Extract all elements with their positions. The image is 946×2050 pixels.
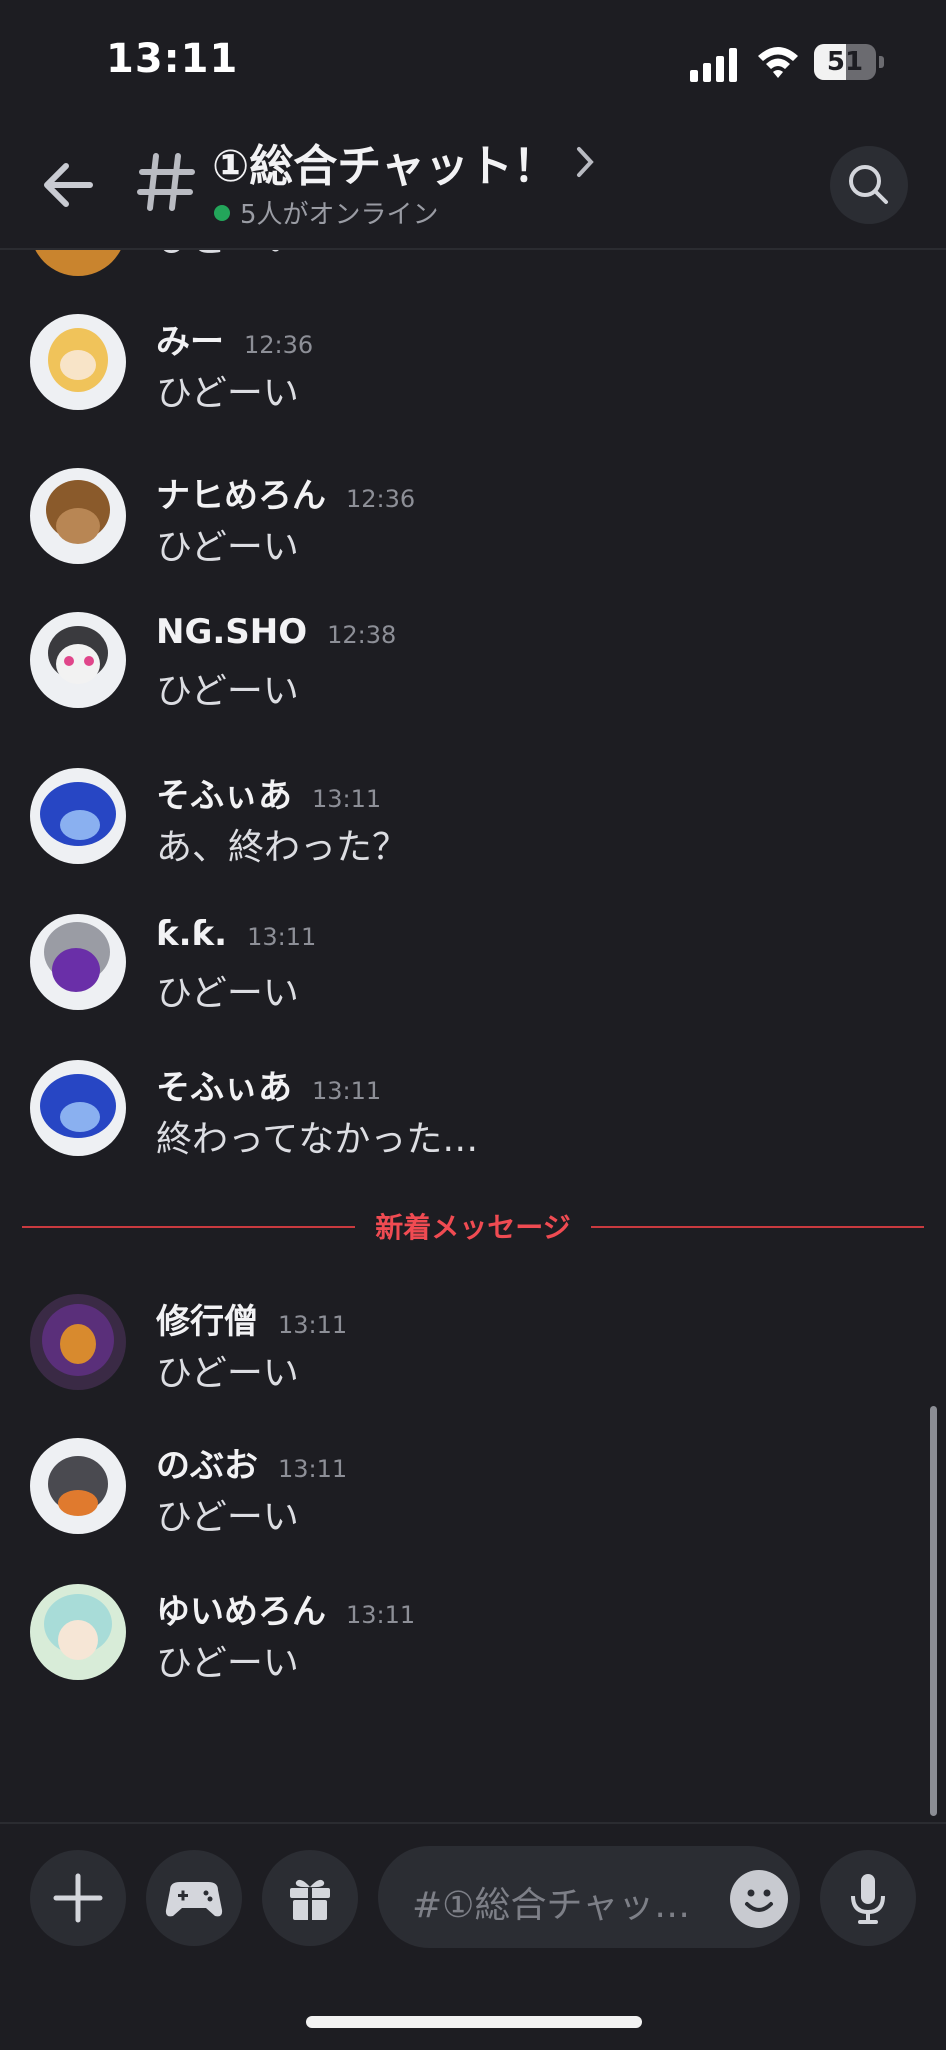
online-count: 5人がオンライン (240, 200, 439, 230)
message-input-placeholder: #①総合チャッ… (412, 1885, 691, 1926)
message-timestamp: 13:11 (346, 1601, 416, 1629)
message-timestamp: 12:38 (327, 621, 397, 649)
message-text: ひどーい (156, 250, 299, 262)
emoji-button[interactable] (730, 1870, 788, 1928)
message-author[interactable]: のぶお 13:11 (156, 1438, 347, 1487)
avatar[interactable] (30, 1060, 126, 1156)
message-author[interactable]: ゆいめろん 13:11 (156, 1584, 415, 1633)
message-text: ひどーい (156, 1643, 299, 1684)
gift-button[interactable] (262, 1850, 358, 1946)
avatar[interactable] (30, 768, 126, 864)
message-timestamp: 13:11 (312, 1077, 382, 1105)
message-timestamp: 12:36 (244, 331, 314, 359)
avatar[interactable] (30, 1584, 126, 1680)
search-icon (849, 165, 888, 204)
avatar[interactable] (30, 468, 126, 564)
cellular-signal-icon (690, 48, 737, 82)
avatar[interactable] (30, 1438, 126, 1534)
add-attachment-button[interactable] (30, 1850, 126, 1946)
message-text: ひどーい (156, 973, 299, 1014)
activities-button[interactable] (146, 1850, 242, 1946)
scrollbar[interactable] (930, 1406, 937, 1816)
channel-header: ①総合チャット！ 5人がオンライン (0, 120, 946, 250)
message-text: ひどーい (156, 1497, 299, 1538)
message-timestamp: 13:11 (278, 1455, 348, 1483)
gamepad-icon (165, 1882, 223, 1917)
plus-icon (53, 1873, 103, 1923)
message-text: 終わってなかった… (156, 1119, 479, 1160)
status-time: 13:11 (106, 36, 239, 82)
microphone-icon (851, 1874, 885, 1924)
message-author[interactable]: ƙ.ƙ. 13:11 (156, 914, 316, 954)
online-status: 5人がオンライン (214, 194, 439, 231)
message-author[interactable]: NG.SHO 12:38 (156, 612, 396, 652)
emoji-icon (745, 1889, 773, 1912)
voice-message-button[interactable] (820, 1850, 916, 1946)
hash-icon (137, 153, 195, 211)
chevron-right-icon (576, 147, 594, 177)
message-timestamp: 13:11 (312, 785, 382, 813)
message-text: ひどーい (156, 373, 299, 414)
new-messages-label: 新着メッセージ (355, 1211, 591, 1244)
message-text: あ、終わった？ (156, 827, 409, 868)
battery-indicator: 51 (814, 44, 884, 82)
avatar[interactable] (30, 914, 126, 1010)
message-author[interactable]: そふぃあ 13:11 (156, 1060, 381, 1109)
arrow-left-icon[interactable] (40, 160, 96, 210)
avatar[interactable] (30, 1294, 126, 1390)
message-timestamp: 12:36 (346, 485, 416, 513)
channel-title-button[interactable]: ①総合チャット！ (212, 132, 595, 192)
message-author[interactable]: そふぃあ 13:11 (156, 768, 381, 817)
online-dot-icon (214, 204, 230, 221)
battery-percent: 51 (826, 47, 864, 77)
search-button[interactable] (830, 146, 908, 224)
message-text: ひどーい (156, 671, 299, 712)
avatar[interactable] (30, 314, 126, 410)
message-list[interactable]: ひどーい みー12:36 ひどーい ナヒめろん12:36 ひどーい NG.SHO… (0, 250, 946, 1820)
home-indicator (306, 2016, 642, 2028)
message-timestamp: 13:11 (278, 1311, 348, 1339)
message-timestamp: 13:11 (247, 923, 317, 951)
gift-icon (290, 1879, 330, 1920)
message-author[interactable]: 修行僧 13:11 (156, 1294, 347, 1343)
status-bar: 13:11 51 (0, 0, 946, 120)
message-text: ひどーい (156, 527, 299, 568)
message-text: ひどーい (156, 1353, 299, 1394)
channel-title: ①総合チャット！ (212, 141, 557, 192)
wifi-icon (758, 47, 798, 78)
message-author[interactable]: ナヒめろん 12:36 (156, 468, 415, 517)
avatar[interactable] (30, 250, 126, 276)
message-author[interactable]: みー 12:36 (156, 314, 313, 363)
avatar[interactable] (30, 612, 126, 708)
